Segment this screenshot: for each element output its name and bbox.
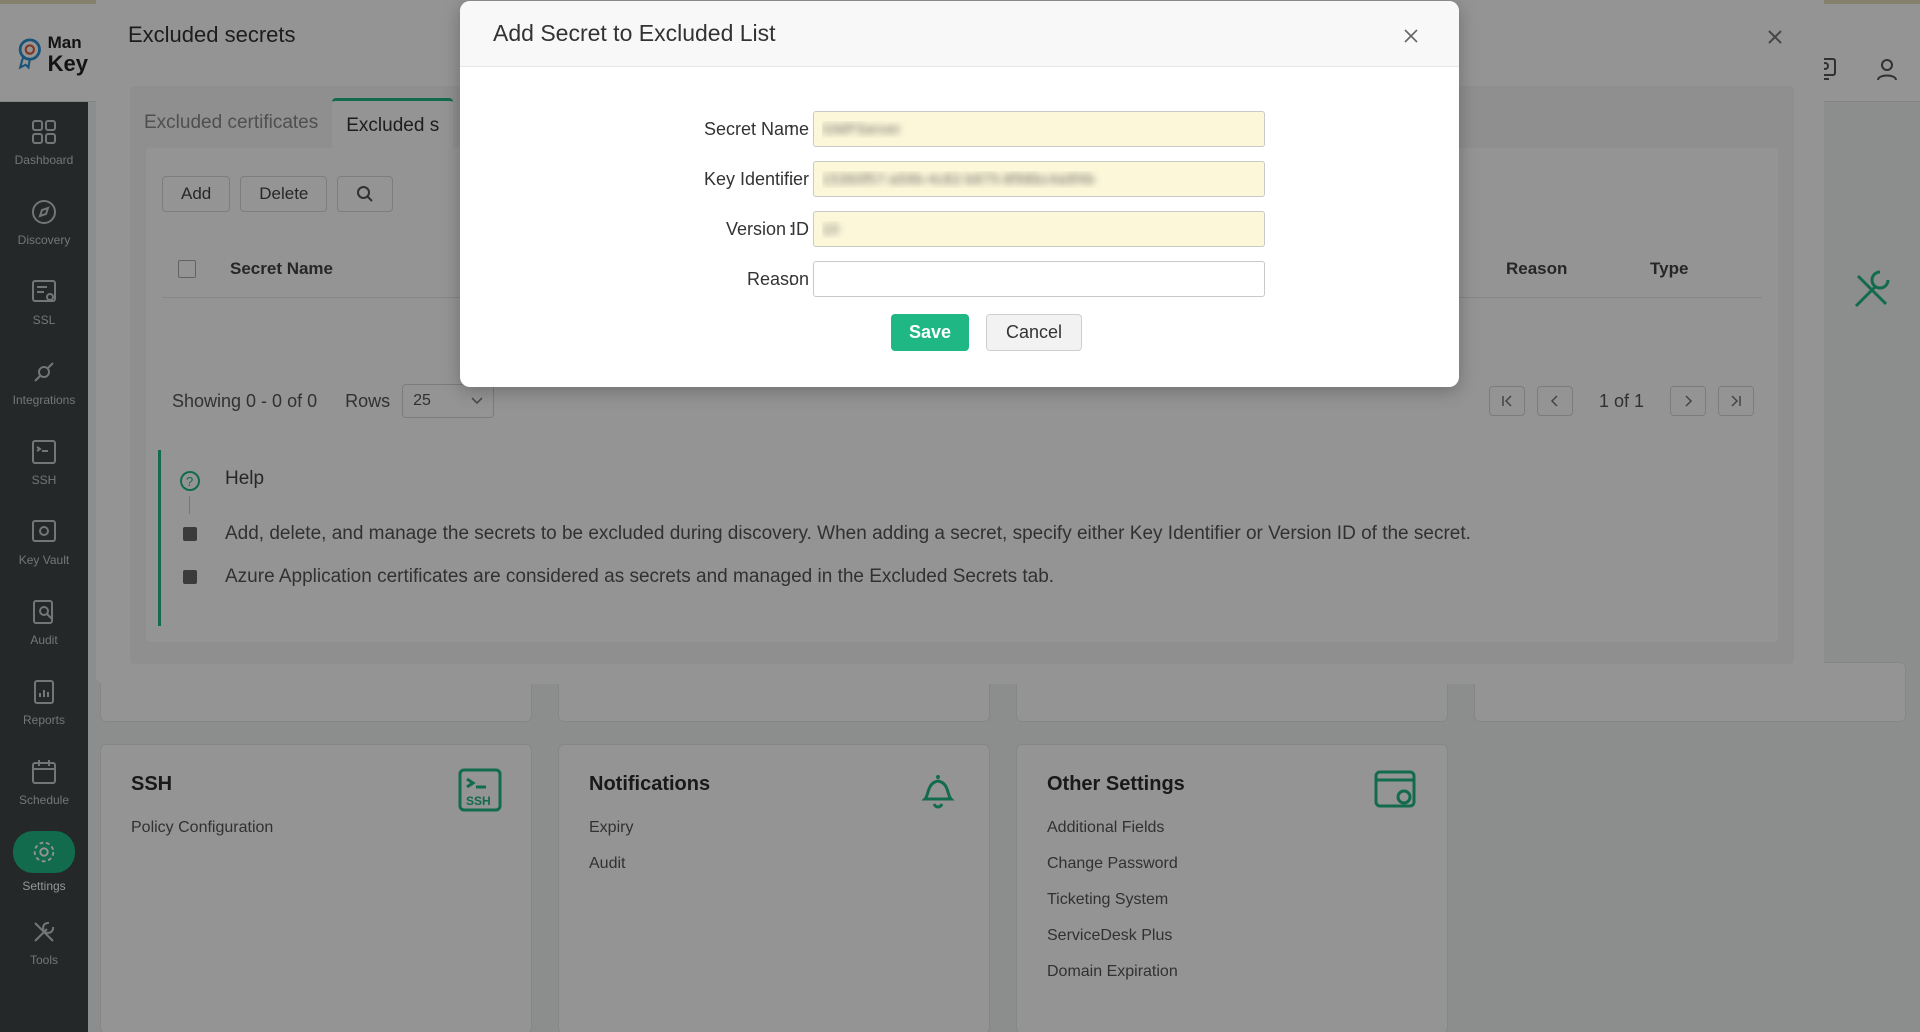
label-colon: : [789,219,795,239]
label-colon: : [789,119,795,139]
secret-name-row: Secret Name : [460,111,1459,147]
close-icon[interactable] [1403,28,1419,44]
add-secret-dialog: Add Secret to Excluded List Secret Name … [460,1,1459,387]
label-colon: : [789,269,795,289]
dialog-title: Add Secret to Excluded List [493,20,776,46]
cancel-button[interactable]: Cancel [986,314,1082,351]
label-colon: : [789,169,795,189]
reason-input[interactable] [813,261,1265,297]
version-id-row: Version ID : [460,211,1459,247]
reason-row: Reason : [460,261,1459,297]
dialog-header: Add Secret to Excluded List [460,1,1459,67]
secret-name-input[interactable] [813,111,1265,147]
key-identifier-input[interactable] [813,161,1265,197]
save-button[interactable]: Save [891,314,969,351]
key-identifier-row: Key Identifier : [460,161,1459,197]
reason-label: Reason [746,269,809,289]
version-id-label: Version ID [725,219,809,239]
version-id-input[interactable] [813,211,1265,247]
